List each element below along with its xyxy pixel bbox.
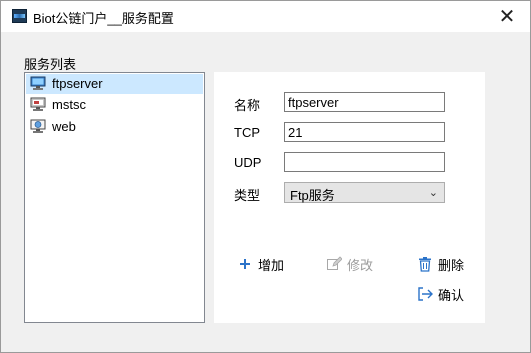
service-type-select[interactable]: Ftp服务 ⌄: [284, 182, 445, 203]
udp-port-field[interactable]: [284, 152, 445, 172]
web-server-icon: [30, 119, 46, 133]
edit-icon: [325, 255, 343, 273]
title-bar: Biot公链门户__服务配置 ✕: [1, 1, 530, 32]
plus-icon: [236, 255, 254, 273]
list-item-mstsc[interactable]: mstsc: [26, 95, 203, 115]
remote-desktop-icon: [30, 97, 46, 111]
list-item-label: web: [52, 119, 76, 134]
trash-icon: [416, 255, 434, 273]
confirm-label: 确认: [438, 287, 465, 303]
delete-label: 删除: [438, 257, 465, 273]
add-button[interactable]: 增加: [236, 254, 284, 274]
close-button[interactable]: ✕: [484, 1, 530, 32]
confirm-button[interactable]: 确认: [416, 284, 464, 304]
window-title: Biot公链门户__服务配置: [33, 11, 174, 26]
chevron-down-icon: ⌄: [428, 187, 438, 199]
delete-button[interactable]: 删除: [416, 254, 464, 274]
list-item-label: ftpserver: [52, 76, 103, 91]
type-label: 类型: [234, 188, 261, 203]
tcp-label: TCP: [234, 125, 260, 140]
name-label: 名称: [234, 98, 261, 113]
list-item-web[interactable]: web: [26, 117, 203, 137]
service-type-value: Ftp服务: [290, 188, 335, 203]
service-config-window: Biot公链门户__服务配置 ✕ 服务列表 ftpserver mstsc we…: [0, 0, 531, 353]
edit-button[interactable]: 修改: [325, 254, 373, 274]
list-item-ftpserver[interactable]: ftpserver: [26, 74, 203, 94]
edit-label: 修改: [347, 257, 374, 273]
service-list[interactable]: ftpserver mstsc web: [24, 72, 205, 323]
sign-in-icon: [416, 285, 434, 303]
name-field[interactable]: [284, 92, 445, 112]
list-item-label: mstsc: [52, 97, 86, 112]
service-list-label: 服务列表: [24, 57, 77, 72]
service-detail-panel: 名称 TCP UDP 类型 Ftp服务 ⌄ 增加 修改: [214, 72, 485, 323]
app-logo-icon: [12, 9, 27, 23]
tcp-port-field[interactable]: [284, 122, 445, 142]
computer-network-icon: [30, 76, 46, 90]
add-label: 增加: [258, 257, 285, 273]
udp-label: UDP: [234, 155, 262, 170]
